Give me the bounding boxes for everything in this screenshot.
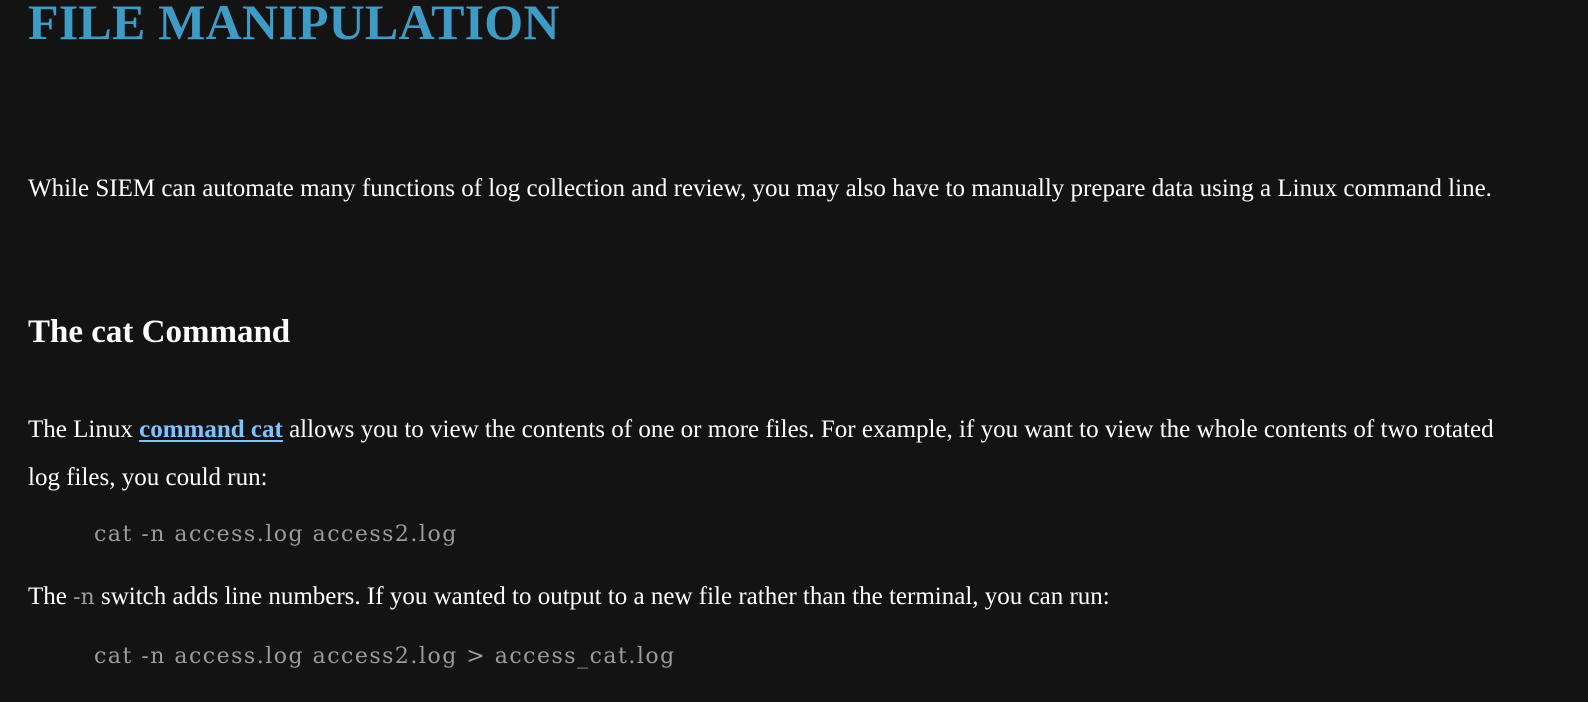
command-cat-link[interactable]: command cat [139, 416, 283, 443]
page-title: FILE MANIPULATION [28, 0, 560, 50]
section-heading: The cat Command [28, 314, 291, 350]
inline-code-n-switch: -n [73, 585, 95, 610]
code-example-cat: cat -n access.log access2.log [94, 522, 458, 547]
cat-text-before-link: The Linux [28, 416, 140, 443]
switch-description-paragraph: The -n switch adds line numbers. If you … [28, 573, 1548, 622]
cat-description-paragraph: The Linux command cat allows you to view… [28, 406, 1528, 502]
switch-text-after: switch adds line numbers. If you wanted … [94, 583, 1110, 610]
intro-paragraph: While SIEM can automate many functions o… [28, 175, 1492, 202]
switch-text-before: The [28, 583, 74, 610]
code-example-cat-redirect: cat -n access.log access2.log > access_c… [94, 644, 676, 669]
